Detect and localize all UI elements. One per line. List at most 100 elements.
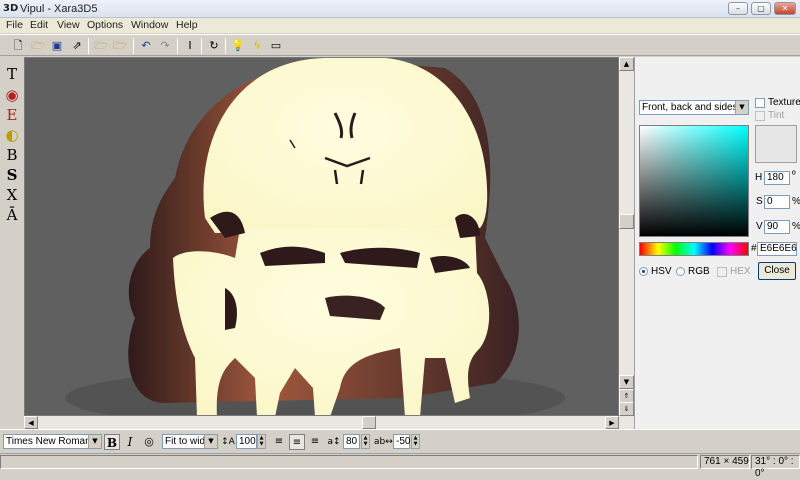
maximize-button[interactable]: ▢ bbox=[751, 2, 771, 15]
animation-icon[interactable]: ϟ bbox=[249, 38, 265, 54]
page-up-icon[interactable]: ⇑ bbox=[619, 389, 634, 403]
scroll-up-icon[interactable]: ▲ bbox=[619, 57, 634, 71]
page-down-icon[interactable]: ⇓ bbox=[619, 402, 634, 416]
light-bulb-icon[interactable]: 💡 bbox=[230, 38, 246, 54]
frame-icon[interactable]: ▭ bbox=[268, 38, 284, 54]
design-canvas[interactable] bbox=[24, 57, 619, 416]
menu-edit[interactable]: Edit bbox=[30, 19, 48, 31]
status-message bbox=[0, 455, 698, 469]
align-left-icon[interactable]: ≡ bbox=[271, 434, 287, 450]
horizontal-scroll-thumb[interactable] bbox=[362, 416, 376, 429]
color-panel: Front, back and sides ▼ Texture Tint H 1… bbox=[634, 57, 800, 429]
title-bar: 3D Vipul - Xara3D5 – ▢ ✕ bbox=[0, 0, 800, 18]
text-cursor-icon[interactable]: I bbox=[182, 38, 198, 54]
left-toolbar: T ◉ E ◐ B S X Ā bbox=[0, 57, 24, 429]
rgb-label: RGB bbox=[688, 266, 710, 277]
line-spacing-input[interactable]: 80 bbox=[343, 434, 360, 449]
letter-spacing-input[interactable]: -50 bbox=[393, 434, 410, 449]
bevel-tool-icon[interactable]: ◐ bbox=[2, 126, 22, 145]
toolbar-separator bbox=[88, 38, 89, 54]
hex-input[interactable]: E6E6E6 bbox=[757, 242, 797, 256]
font-value: Times New Roman bbox=[6, 436, 91, 447]
chevron-down-icon: ▼ bbox=[204, 435, 217, 448]
size-icon: ↕A bbox=[221, 437, 235, 447]
value-label: V bbox=[756, 221, 763, 232]
open-design-icon[interactable]: 🗁 bbox=[93, 38, 109, 54]
save-icon[interactable]: ▣ bbox=[49, 38, 65, 54]
minimize-button[interactable]: – bbox=[728, 2, 748, 15]
app-icon: 3D bbox=[3, 3, 19, 14]
toolbar-separator bbox=[177, 38, 178, 54]
menu-options[interactable]: Options bbox=[87, 19, 123, 31]
scroll-right-icon[interactable]: ▶ bbox=[605, 416, 619, 429]
close-window-button[interactable]: ✕ bbox=[774, 2, 796, 15]
scroll-down-icon[interactable]: ▼ bbox=[619, 375, 634, 389]
menu-window[interactable]: Window bbox=[131, 19, 168, 31]
size-spinner[interactable]: ▲ ▼ bbox=[257, 434, 266, 449]
align-right-icon[interactable]: ≡ bbox=[307, 434, 323, 450]
saturation-label: S bbox=[756, 196, 763, 207]
redo-icon[interactable]: ↷ bbox=[157, 38, 173, 54]
tint-checkbox[interactable] bbox=[755, 111, 765, 121]
menu-file[interactable]: File bbox=[6, 19, 23, 31]
canvas-horizontal-scrollbar[interactable]: ◀ ▶ bbox=[24, 416, 634, 429]
hex-checkbox[interactable] bbox=[717, 267, 727, 277]
3d-text-render bbox=[65, 58, 565, 415]
open-icon[interactable]: 🗁 bbox=[30, 38, 46, 54]
menu-view[interactable]: View bbox=[57, 19, 80, 31]
hue-label: H bbox=[755, 172, 763, 183]
extrusion-tool-icon[interactable]: E bbox=[2, 106, 22, 125]
line-spacing-icon: a↕ bbox=[327, 437, 341, 447]
export-icon[interactable]: ⇗ bbox=[69, 38, 85, 54]
value-input[interactable]: 90 bbox=[764, 220, 790, 234]
toolbar-separator bbox=[201, 38, 202, 54]
rgb-radio[interactable] bbox=[676, 267, 685, 276]
saturation-value-picker[interactable] bbox=[639, 125, 749, 237]
hex-prefix: # bbox=[751, 243, 757, 254]
texture-tool-icon[interactable]: Ā bbox=[2, 206, 22, 225]
hue-slider[interactable] bbox=[639, 242, 749, 256]
undo-icon[interactable]: ↶ bbox=[138, 38, 154, 54]
chevron-down-icon: ▼ bbox=[735, 101, 748, 114]
hsv-radio[interactable] bbox=[639, 267, 648, 276]
texture-label: Texture bbox=[768, 97, 800, 108]
window-title: Vipul - Xara3D5 bbox=[20, 3, 98, 15]
main-toolbar: 🗋 🗁 ▣ ⇗ 🗁 🗁 ↶ ↷ I ↻ 💡 ϟ ▭ bbox=[0, 34, 800, 56]
letter-spacing-icon: ab↔ bbox=[374, 437, 393, 447]
letter-spacing-spinner[interactable]: ▲ ▼ bbox=[411, 434, 420, 449]
font-select[interactable]: Times New Roman ▼ bbox=[3, 434, 102, 449]
shadow-tool-icon[interactable]: S bbox=[2, 166, 22, 185]
saturation-unit: % bbox=[792, 196, 800, 208]
texture-checkbox[interactable] bbox=[755, 98, 765, 108]
menu-help[interactable]: Help bbox=[176, 19, 198, 31]
scroll-left-icon[interactable]: ◀ bbox=[24, 416, 38, 429]
save-design-icon[interactable]: 🗁 bbox=[112, 38, 128, 54]
hue-input[interactable]: 180 bbox=[764, 171, 790, 185]
size-input[interactable]: 100 bbox=[236, 434, 257, 449]
chevron-down-icon: ▼ bbox=[88, 435, 101, 448]
align-center-icon[interactable]: ≡ bbox=[289, 434, 305, 450]
rotation-readout: 31° : 0° : 0° bbox=[751, 455, 800, 479]
apply-to-select[interactable]: Front, back and sides ▼ bbox=[639, 100, 749, 115]
bold-button[interactable]: B bbox=[104, 434, 120, 450]
new-icon[interactable]: 🗋 bbox=[10, 38, 26, 54]
x-tool-icon[interactable]: X bbox=[2, 186, 22, 205]
value-unit: % bbox=[792, 221, 800, 233]
text-options-bar: Times New Roman ▼ B I ◎ Fit to width ▼ ↕… bbox=[0, 429, 800, 453]
menu-bar: File Edit View Options Window Help bbox=[0, 18, 800, 33]
bold-tool-icon[interactable]: B bbox=[2, 146, 22, 165]
color-tool-icon[interactable]: ◉ bbox=[2, 86, 22, 105]
text-tool-icon[interactable]: T bbox=[2, 65, 22, 84]
status-bar: 761 × 459 31° : 0° : 0° bbox=[0, 453, 800, 479]
fit-mode-select[interactable]: Fit to width ▼ bbox=[162, 434, 218, 449]
line-spacing-spinner[interactable]: ▲ ▼ bbox=[361, 434, 370, 449]
close-panel-button[interactable]: Close bbox=[758, 262, 796, 280]
italic-button[interactable]: I bbox=[122, 434, 138, 450]
saturation-input[interactable]: 0 bbox=[764, 195, 790, 209]
canvas-vertical-scrollbar[interactable]: ▲ ▼ ⇑ ⇓ bbox=[619, 57, 634, 416]
toolbar-separator bbox=[225, 38, 226, 54]
toolbar-separator bbox=[133, 38, 134, 54]
rotate-icon[interactable]: ↻ bbox=[206, 38, 222, 54]
vertical-scroll-thumb[interactable] bbox=[619, 214, 634, 229]
outline-icon[interactable]: ◎ bbox=[141, 434, 157, 450]
